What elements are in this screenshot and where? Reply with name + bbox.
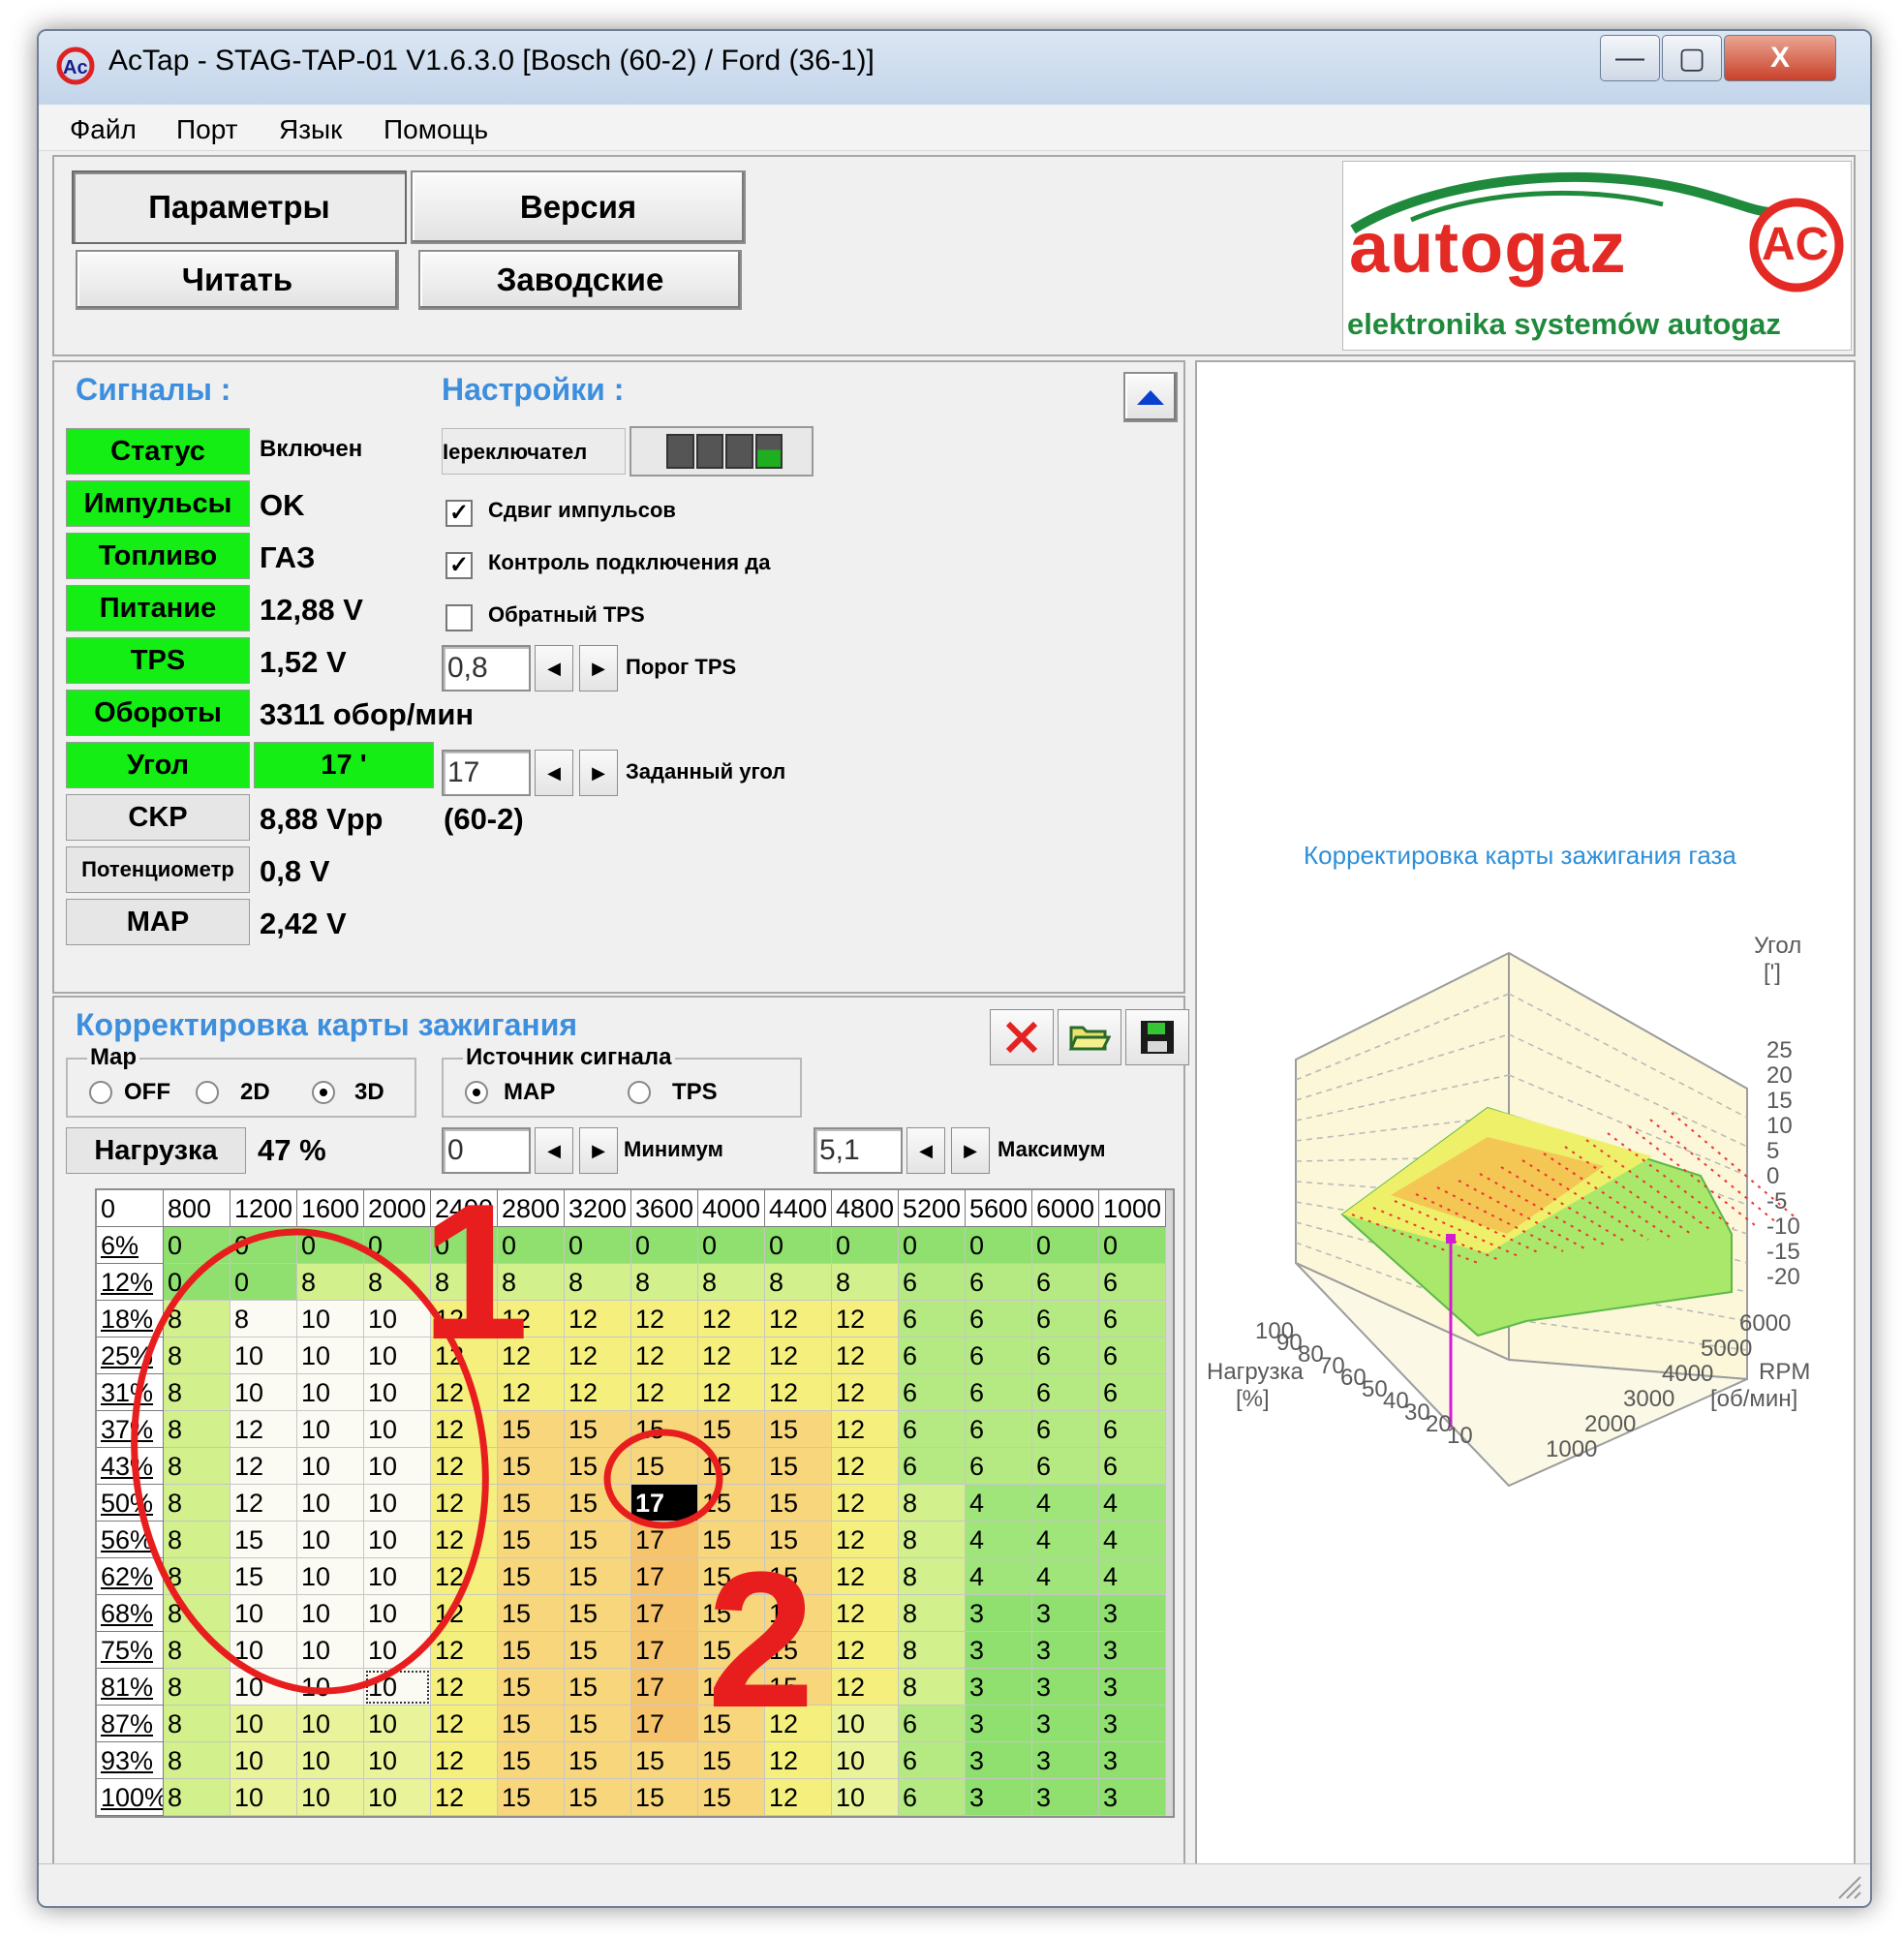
- rpm-axis-tick: 6000: [1739, 1310, 1791, 1337]
- z-axis-tick: 25: [1766, 1037, 1793, 1063]
- rpm-axis-tick: 5000: [1701, 1336, 1752, 1362]
- z-axis-tick: 5: [1766, 1138, 1779, 1164]
- annotation-ellipse-2: [603, 1429, 723, 1529]
- load-axis-unit: [%]: [1236, 1386, 1270, 1412]
- z-axis-tick: 10: [1766, 1113, 1793, 1139]
- z-axis-tick: 20: [1766, 1062, 1793, 1089]
- z-axis-tick: -15: [1766, 1239, 1800, 1265]
- rpm-axis-tick: 1000: [1546, 1436, 1597, 1462]
- z-axis-tick: -20: [1766, 1264, 1800, 1290]
- annotation-number-2: 2: [707, 1532, 814, 1748]
- rpm-axis-label: RPM: [1759, 1359, 1810, 1385]
- load-axis-tick: 10: [1447, 1423, 1473, 1449]
- z-axis-tick: -5: [1766, 1188, 1787, 1214]
- z-axis-tick: 0: [1766, 1163, 1779, 1189]
- chart-panel: Корректировка карты зажигания газа 25 20 1…: [1195, 360, 1856, 1867]
- rpm-axis-tick: 3000: [1623, 1386, 1674, 1412]
- z-axis-tick: -10: [1766, 1214, 1800, 1240]
- z-axis-unit: [']: [1764, 960, 1781, 986]
- rpm-axis-tick: 2000: [1584, 1411, 1636, 1437]
- load-axis-label: Нагрузка: [1207, 1359, 1305, 1385]
- z-axis-label: Угол: [1754, 933, 1801, 959]
- current-point-marker: [1446, 1234, 1456, 1244]
- status-bar: [39, 1863, 1870, 1906]
- z-axis-tick: 15: [1766, 1088, 1793, 1114]
- rpm-axis-tick: 4000: [1662, 1361, 1713, 1387]
- rpm-axis-unit: [об/мин]: [1710, 1386, 1797, 1412]
- annotation-number-1: 1: [421, 1164, 529, 1380]
- app-window: Ac AcTap - STAG-TAP-01 V1.6.3.0 [Bosch (…: [37, 29, 1872, 1908]
- ignition-3d-surface-chart: 2520151050-5-10-15-20Угол[']100908070605…: [1207, 933, 1810, 1488]
- resize-grip-icon[interactable]: [1833, 1871, 1862, 1900]
